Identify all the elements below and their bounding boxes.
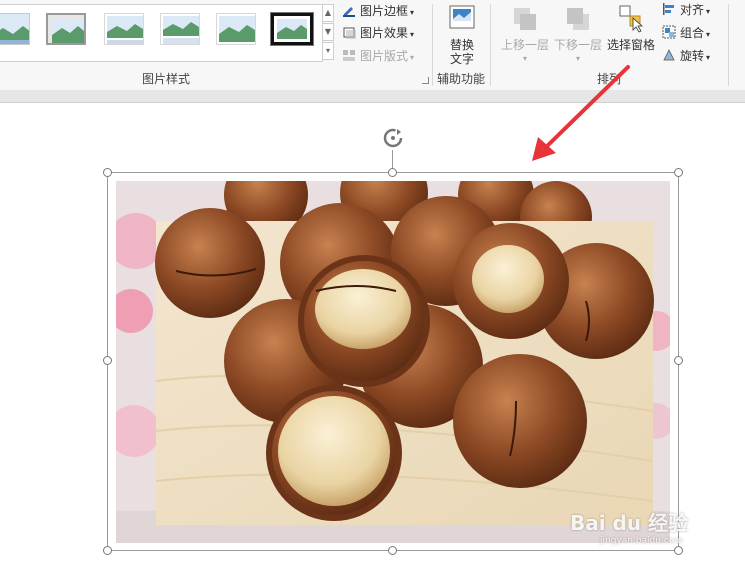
dialog-launcher-icon[interactable]	[422, 77, 429, 84]
picture-style-thumb[interactable]	[0, 13, 30, 45]
picture-style-thumb[interactable]	[160, 13, 200, 45]
bring-forward-icon	[510, 4, 540, 34]
group-icon	[662, 25, 676, 39]
effects-icon	[342, 25, 356, 39]
resize-handle-top-right[interactable]	[674, 168, 683, 177]
picture-border-button[interactable]: 图片边框 ▾	[342, 1, 414, 21]
gallery-scroll-up[interactable]: ▲	[322, 4, 334, 22]
resize-handle-right[interactable]	[674, 356, 683, 365]
resize-handle-bottom-left[interactable]	[103, 546, 112, 555]
resize-handle-top[interactable]	[388, 168, 397, 177]
picture-style-thumb[interactable]	[216, 13, 256, 45]
rotate-handle-icon[interactable]	[382, 127, 404, 149]
align-label: 对齐	[680, 3, 705, 17]
send-backward-label: 下移一层	[553, 38, 602, 52]
baidu-watermark: Bai du 经验	[570, 511, 689, 535]
resize-handle-bottom-right[interactable]	[674, 546, 683, 555]
group-divider	[728, 4, 729, 86]
selection-pane-button[interactable]: 选择窗格	[605, 4, 657, 52]
picture-style-thumb[interactable]	[104, 13, 144, 45]
selection-frame	[107, 172, 679, 551]
picture-style-thumb-selected[interactable]	[270, 12, 314, 46]
resize-handle-bottom[interactable]	[388, 546, 397, 555]
layout-icon	[342, 48, 356, 62]
send-backward-button[interactable]: 下移一层 ▾	[553, 4, 603, 66]
rotate-icon	[662, 48, 676, 62]
rotate-label: 旋转	[680, 49, 705, 63]
picture-style-thumb[interactable]	[46, 13, 86, 45]
resize-handle-top-left[interactable]	[103, 168, 112, 177]
baidu-watermark-url: jingyan.baidu.com	[600, 536, 684, 546]
picture-layout-label: 图片版式	[360, 49, 409, 63]
rotate-button[interactable]: 旋转 ▾	[662, 46, 710, 66]
align-button[interactable]: 对齐 ▾	[662, 0, 710, 20]
group-button[interactable]: 组合 ▾	[662, 23, 710, 43]
alt-text-label-line1: 替换	[449, 38, 474, 52]
alt-text-button[interactable]: 替换 文字	[445, 4, 479, 66]
selection-pane-label: 选择窗格	[606, 38, 655, 52]
picture-styles-gallery[interactable]	[0, 4, 323, 62]
alt-text-label-line2: 文字	[449, 52, 474, 66]
picture-border-label: 图片边框	[360, 4, 409, 18]
align-icon	[662, 2, 676, 16]
group-label: 组合	[680, 26, 705, 40]
picture-layout-button[interactable]: 图片版式 ▾	[342, 46, 414, 66]
group-divider	[490, 4, 491, 86]
annotation-arrow-icon	[528, 63, 638, 163]
alt-text-icon	[447, 4, 477, 34]
group-divider	[432, 4, 433, 86]
selection-pane-icon	[616, 4, 646, 34]
picture-effects-label: 图片效果	[360, 26, 409, 40]
picture-styles-group-label: 图片样式	[142, 72, 191, 86]
accessibility-group-label: 辅助功能	[437, 72, 486, 86]
bring-forward-button[interactable]: 上移一层 ▾	[500, 4, 550, 66]
bring-forward-label: 上移一层	[500, 38, 549, 52]
gallery-scroll-down[interactable]: ▼	[322, 23, 334, 41]
picture-effects-button[interactable]: 图片效果 ▾	[342, 23, 414, 43]
resize-handle-left[interactable]	[103, 356, 112, 365]
pen-icon	[342, 3, 356, 17]
gallery-more[interactable]: ▾	[322, 42, 334, 60]
send-backward-icon	[563, 4, 593, 34]
